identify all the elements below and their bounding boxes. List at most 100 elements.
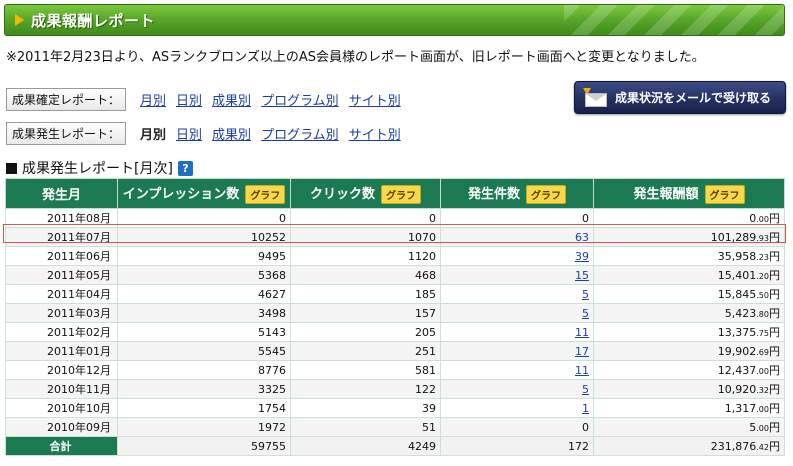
cell-reward: 35,958.23円 [593, 246, 785, 266]
header-impressions: インプレッション数 グラフ [117, 178, 291, 209]
confirmed-link-by-site[interactable]: サイト別 [349, 90, 401, 109]
page-title: 成果報酬レポート [31, 12, 156, 30]
total-reward: 231,876.42円 [593, 436, 785, 456]
count-graph-button[interactable]: グラフ [526, 185, 566, 204]
cell-clicks: 205 [290, 322, 441, 342]
table-row: 2011年05月 5368 468 15 15,401.20円 [5, 265, 785, 285]
count-link[interactable]: 11 [575, 364, 589, 377]
cell-reward: 13,375.75円 [593, 322, 785, 342]
header-clicks: クリック数 グラフ [290, 178, 441, 209]
table-row: 2011年04月 4627 185 5 15,845.50円 [5, 284, 785, 304]
cell-month: 2011年05月 [5, 265, 118, 285]
cell-impressions: 5545 [117, 341, 291, 361]
header-count: 発生件数 グラフ [440, 178, 594, 209]
occurred-link-by-site[interactable]: サイト別 [349, 124, 401, 143]
table-row: 2011年08月 0 0 0 0.00円 [5, 208, 785, 228]
occurred-link-monthly[interactable]: 月別 [140, 124, 166, 143]
cell-clicks: 51 [290, 417, 441, 437]
cell-impressions: 5368 [117, 265, 291, 285]
table-row: 2011年03月 3498 157 5 5,423.80円 [5, 303, 785, 323]
confirmed-link-by-result[interactable]: 成果別 [212, 90, 251, 109]
cell-count: 17 [440, 341, 594, 361]
count-link[interactable]: 11 [575, 326, 589, 339]
occurred-link-by-program[interactable]: プログラム別 [261, 124, 339, 143]
cell-month: 2011年04月 [5, 284, 118, 304]
total-count: 172 [440, 436, 594, 456]
table-row: 2011年02月 5143 205 11 13,375.75円 [5, 322, 785, 342]
table-total-row: 合計 59755 4249 172 231,876.42円 [5, 436, 785, 456]
cell-month: 2011年02月 [5, 322, 118, 342]
clicks-graph-button[interactable]: グラフ [381, 185, 421, 204]
cell-impressions: 1972 [117, 417, 291, 437]
confirmed-link-daily[interactable]: 日別 [176, 90, 202, 109]
mail-icon [583, 88, 609, 107]
header-month: 発生月 [5, 178, 118, 209]
help-icon[interactable]: ? [177, 160, 193, 176]
impressions-graph-button[interactable]: グラフ [245, 185, 286, 204]
occurred-report-label: 成果発生レポート： [6, 121, 127, 145]
cell-clicks: 251 [290, 341, 441, 361]
mail-subscribe-label: 成果状況をメールで受け取る [615, 91, 772, 105]
cell-month: 2010年09月 [5, 417, 118, 437]
count-value: 0 [582, 211, 589, 225]
confirmed-link-by-program[interactable]: プログラム別 [261, 90, 339, 109]
cell-month: 2011年01月 [5, 341, 118, 361]
confirmed-link-monthly[interactable]: 月別 [140, 90, 166, 109]
cell-count: 5 [440, 303, 594, 323]
cell-reward: 12,437.00円 [593, 360, 785, 380]
cell-month: 2011年06月 [5, 246, 118, 266]
cell-count: 11 [440, 360, 594, 380]
cell-reward: 5.00円 [593, 417, 785, 437]
count-link[interactable]: 39 [575, 250, 589, 263]
count-link[interactable]: 63 [575, 231, 589, 244]
table-row: 2010年09月 1972 51 0 5.00円 [5, 417, 785, 437]
count-link[interactable]: 1 [582, 402, 589, 415]
reward-graph-button[interactable]: グラフ [704, 185, 745, 204]
cell-month: 2010年12月 [5, 360, 118, 380]
cell-count: 39 [440, 246, 594, 266]
cell-clicks: 39 [290, 398, 441, 418]
total-impressions: 59755 [117, 436, 291, 456]
cell-clicks: 468 [290, 265, 441, 285]
count-link[interactable]: 5 [582, 383, 589, 396]
cell-impressions: 3325 [117, 379, 291, 399]
cell-reward: 101,289.93円 [593, 227, 785, 247]
cell-reward: 1,317.00円 [593, 398, 785, 418]
occurred-link-daily[interactable]: 日別 [176, 124, 202, 143]
cell-impressions: 1754 [117, 398, 291, 418]
count-link[interactable]: 5 [582, 307, 589, 320]
cell-reward: 10,920.32円 [593, 379, 785, 399]
count-link[interactable]: 17 [575, 345, 589, 358]
cell-clicks: 122 [290, 379, 441, 399]
cell-count: 63 [440, 227, 594, 247]
cell-impressions: 10252 [117, 227, 291, 247]
table-row: 2011年06月 9495 1120 39 35,958.23円 [5, 246, 785, 266]
cell-count: 5 [440, 284, 594, 304]
cell-month: 2011年07月 [5, 227, 118, 247]
occurred-report-row: 成果発生レポート： 月別 日別 成果別 プログラム別 サイト別 [6, 121, 411, 145]
cell-impressions: 0 [117, 208, 291, 228]
table-header-row: 発生月 インプレッション数 グラフ クリック数 グラフ 発生件数 グラフ 発生報酬額グ… [5, 178, 785, 209]
cell-month: 2010年11月 [5, 379, 118, 399]
cell-clicks: 0 [290, 208, 441, 228]
cell-clicks: 157 [290, 303, 441, 323]
cell-count: 0 [440, 417, 594, 437]
count-value: 0 [582, 420, 589, 434]
table-row: 2011年07月 10252 1070 63 101,289.93円 [5, 227, 785, 247]
cell-count: 0 [440, 208, 594, 228]
header-reward: 発生報酬額 グラフ [593, 178, 785, 209]
count-link[interactable]: 5 [582, 288, 589, 301]
count-link[interactable]: 15 [575, 269, 589, 282]
title-bar-decoration [564, 5, 784, 35]
cell-count: 5 [440, 379, 594, 399]
cell-reward: 19,902.69円 [593, 341, 785, 361]
table-row: 2010年11月 3325 122 5 10,920.32円 [5, 379, 785, 399]
occurred-link-by-result[interactable]: 成果別 [212, 124, 251, 143]
confirmed-report-row: 成果確定レポート： 月別 日別 成果別 プログラム別 サイト別 [6, 87, 411, 111]
cell-reward: 5,423.80円 [593, 303, 785, 323]
confirmed-report-label: 成果確定レポート： [6, 87, 127, 111]
mail-subscribe-button[interactable]: 成果状況をメールで受け取る [574, 81, 786, 114]
table-row: 2010年10月 1754 39 1 1,317.00円 [5, 398, 785, 418]
total-clicks: 4249 [290, 436, 441, 456]
square-bullet-icon [6, 162, 17, 174]
